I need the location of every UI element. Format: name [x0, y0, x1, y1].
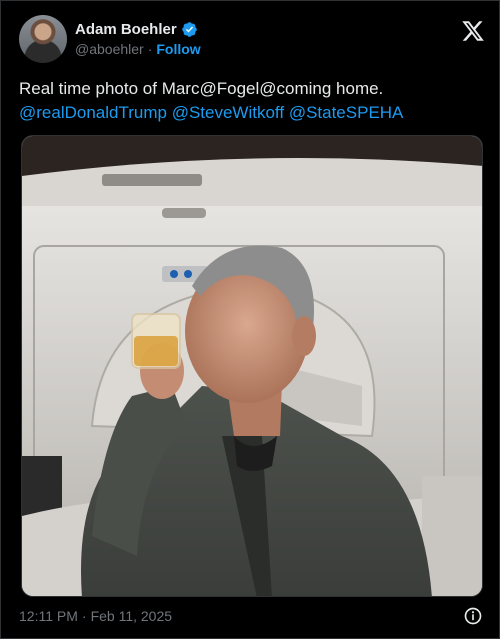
- tweet-header: Adam Boehler @aboehler · Follow: [19, 15, 485, 63]
- photo-illustration: [22, 136, 482, 596]
- mention-link[interactable]: @StateSPEHA: [289, 103, 404, 122]
- author-display-name[interactable]: Adam Boehler: [75, 21, 177, 38]
- verified-badge-icon: [181, 21, 197, 37]
- tweet-meta: 12:11 PM · Feb 11, 2025: [19, 605, 483, 627]
- follow-button[interactable]: Follow: [156, 41, 200, 57]
- separator-dot: ·: [81, 608, 87, 624]
- mention-link[interactable]: @SteveWitkoff: [172, 103, 284, 122]
- tweet-body: Real time photo of Marc@Fogel@coming hom…: [19, 79, 384, 98]
- author-info: Adam Boehler @aboehler · Follow: [75, 19, 201, 59]
- tweet-card: Adam Boehler @aboehler · Follow Real tim…: [0, 0, 500, 639]
- info-icon[interactable]: [463, 606, 483, 626]
- author-handle[interactable]: @aboehler: [75, 41, 144, 57]
- avatar[interactable]: [19, 15, 67, 63]
- tweet-time[interactable]: 12:11 PM: [19, 608, 78, 624]
- mention-link[interactable]: @realDonaldTrump: [19, 103, 167, 122]
- tweet-photo[interactable]: [21, 135, 483, 597]
- tweet-text: Real time photo of Marc@Fogel@coming hom…: [19, 77, 489, 125]
- x-logo-icon[interactable]: [461, 19, 485, 43]
- separator-dot: ·: [147, 41, 153, 57]
- tweet-date[interactable]: Feb 11, 2025: [91, 608, 172, 624]
